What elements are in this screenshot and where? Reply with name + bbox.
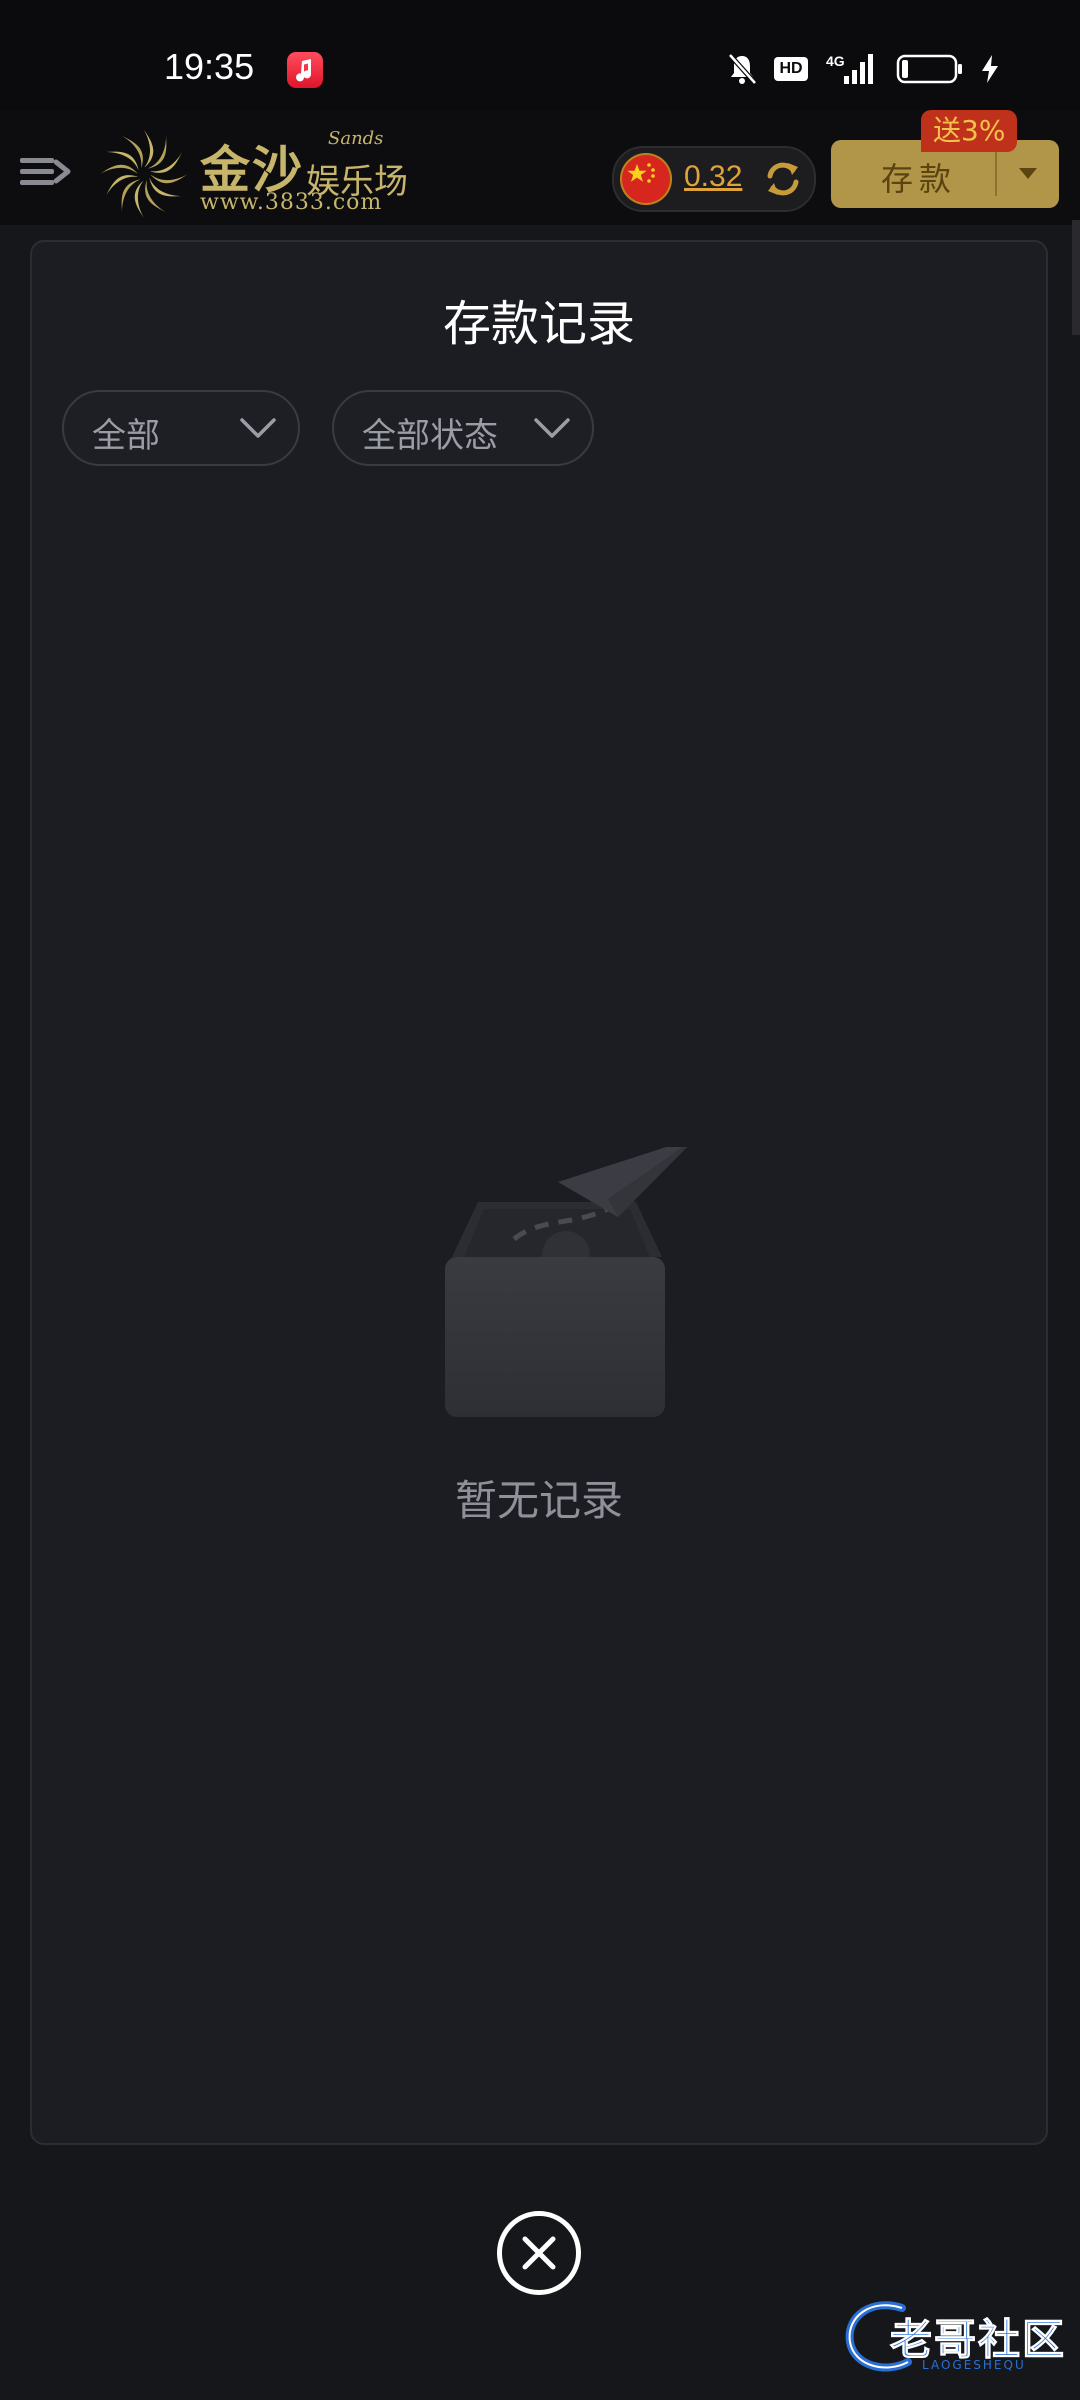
chevron-down-icon [532, 414, 572, 448]
menu-icon[interactable] [18, 152, 74, 196]
brand-logo[interactable]: 金沙 Sands 娱乐场 www.3833.com [98, 128, 408, 220]
status-filter-label: 全部状态 [362, 416, 498, 456]
balance-display[interactable]: 0.32 [612, 146, 816, 212]
status-bar: 19:35 HD 4G [0, 0, 1080, 110]
chevron-down-icon [238, 414, 278, 448]
scroll-indicator [1072, 220, 1080, 335]
balance-value[interactable]: 0.32 [684, 160, 742, 194]
status-time: 19:35 [164, 46, 255, 87]
music-app-icon [287, 52, 323, 88]
logo-name-en: Sands [328, 128, 384, 149]
battery-icon [896, 54, 962, 84]
bell-off-icon [728, 53, 757, 85]
svg-text:4G: 4G [826, 53, 845, 69]
status-filter-dropdown[interactable]: 全部状态 [332, 390, 594, 466]
deposit-label: 存款 [881, 160, 958, 198]
promo-badge: 送3% [921, 110, 1018, 152]
deposit-records-modal: 存款记录 全部 全部状态 暂无记录 [30, 240, 1048, 2145]
china-flag-icon [620, 153, 672, 205]
watermark-subtext: LAOGESHEQU [922, 2358, 1026, 2372]
watermark: 老哥社区 LAOGESHEQU [842, 2298, 1067, 2378]
type-filter-label: 全部 [92, 416, 160, 456]
caret-down-icon[interactable] [1019, 168, 1037, 179]
modal-title: 存款记录 [442, 296, 635, 352]
empty-state-text: 暂无记录 [454, 1476, 623, 1525]
hd-icon: HD [774, 57, 808, 81]
top-header: 金沙 Sands 娱乐场 www.3833.com 0.32 存款 送3% [0, 110, 1080, 335]
type-filter-dropdown[interactable]: 全部 [62, 390, 300, 466]
empty-box-icon [412, 1137, 702, 1431]
sunburst-logo-icon [100, 130, 188, 218]
deposit-divider [995, 152, 997, 196]
status-icons: HD 4G [726, 52, 1000, 86]
deposit-button[interactable]: 存款 送3% [831, 110, 1059, 208]
charging-bolt-icon [982, 55, 998, 83]
close-button[interactable] [497, 2211, 581, 2295]
close-icon [519, 2233, 559, 2277]
signal-icon: 4G [826, 53, 873, 84]
refresh-icon[interactable] [762, 158, 804, 204]
logo-url: www.3833.com [200, 190, 383, 215]
